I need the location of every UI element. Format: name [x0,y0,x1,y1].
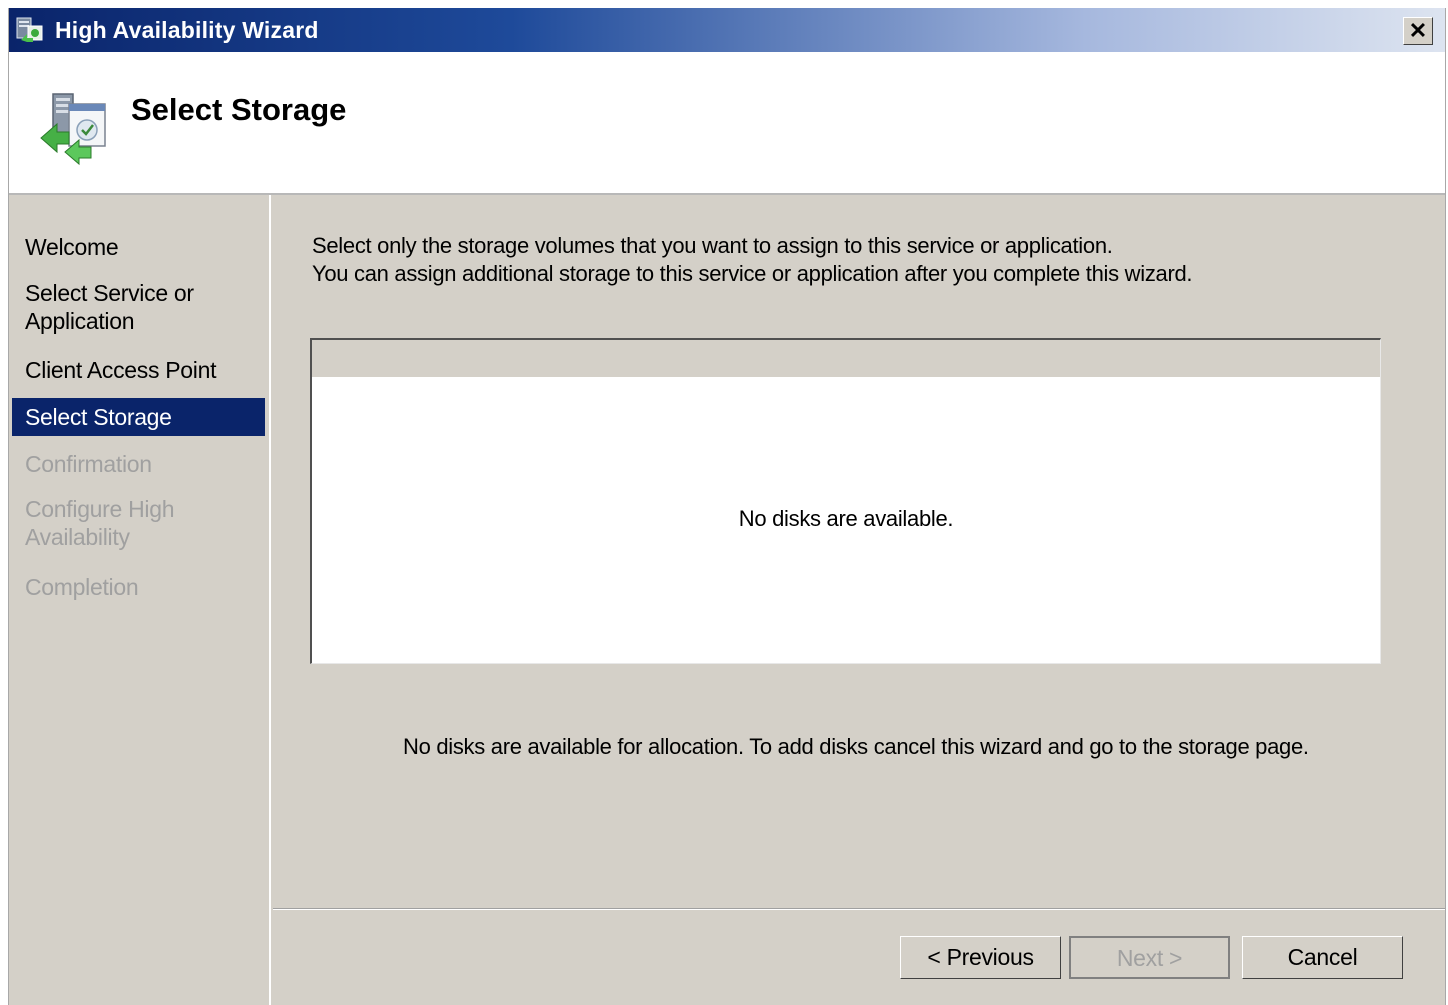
step-select-service[interactable]: Select Service or Application [12,279,265,335]
wizard-steps-sidebar: Welcome Select Service or Application Cl… [9,195,271,1005]
step-client-access-point[interactable]: Client Access Point [12,356,265,384]
storage-wizard-icon [40,93,106,166]
description-line-1: Select only the storage volumes that you… [312,233,1113,258]
description-line-2: You can assign additional storage to thi… [312,261,1193,286]
description: Select only the storage volumes that you… [312,232,1193,288]
window-title: High Availability Wizard [55,17,319,43]
cluster-wizard-icon [16,17,43,42]
step-configure-high-availability: Configure High Availability [25,496,175,550]
step-select-storage[interactable]: Select Storage [12,398,265,436]
button-separator [273,908,1445,910]
step-confirmation: Confirmation [25,451,152,477]
cancel-button[interactable]: Cancel [1242,936,1403,979]
empty-list-message: No disks are available. [738,506,954,531]
close-button[interactable]: ✕ [1403,17,1433,45]
next-button: Next > [1069,936,1230,979]
allocation-note: No disks are available for allocation. T… [403,734,1309,759]
step-completion: Completion [25,574,139,600]
close-icon: ✕ [1408,18,1428,43]
disk-list-header [312,340,1380,377]
page-title: Select Storage [131,92,347,127]
previous-button[interactable]: < Previous [900,936,1061,979]
wizard-window: High Availability Wizard ✕ Select Storag… [8,8,1446,1005]
wizard-header: Select Storage [9,52,1445,195]
wizard-content: Select only the storage volumes that you… [273,195,1445,1005]
step-welcome[interactable]: Welcome [12,233,265,261]
disk-list[interactable]: No disks are available. [310,338,1381,664]
title-bar: High Availability Wizard ✕ [9,8,1445,52]
